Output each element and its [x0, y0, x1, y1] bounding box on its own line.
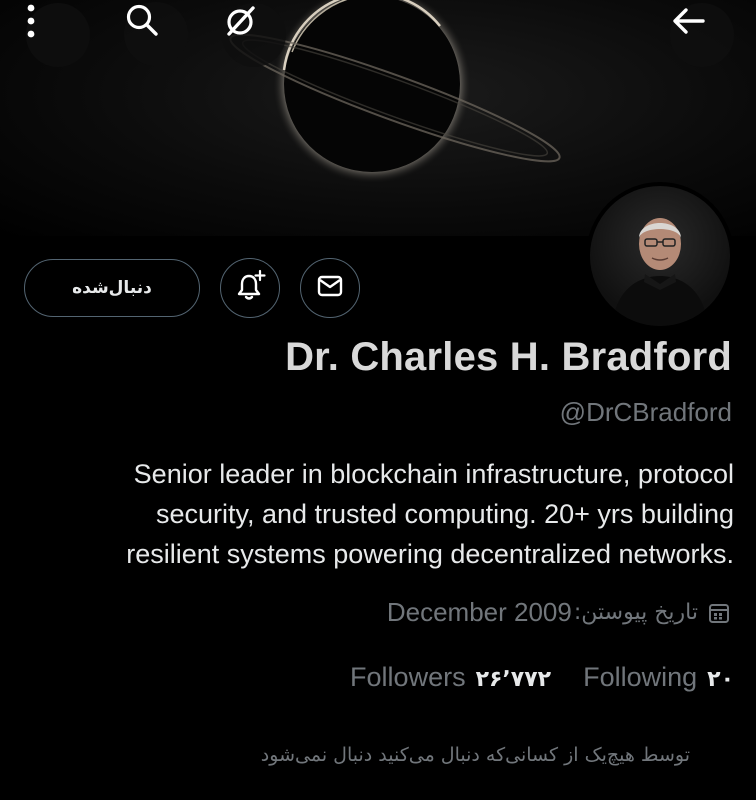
message-button[interactable]: [300, 258, 360, 318]
search-button[interactable]: [124, 2, 188, 66]
notifications-button[interactable]: [220, 258, 280, 318]
avatar-portrait: [612, 218, 708, 326]
more-button[interactable]: [26, 3, 90, 67]
bio-line: resilient systems powering decentralized…: [126, 539, 734, 569]
calendar-icon: [708, 602, 730, 624]
bell-plus-icon: [233, 269, 267, 307]
mail-icon: [315, 271, 345, 305]
profile-name: Dr. Charles H. Bradford: [285, 335, 732, 379]
profile-handle: @DrCBradford: [559, 397, 732, 427]
following-button-label: دنبال‌شده: [72, 278, 152, 298]
joined-date-row: December 2009 تاریخ پیوستن:: [387, 597, 730, 628]
followed-by-note: توسط هیچ‌یک از کسانی‌که دنبال می‌کنید دن…: [260, 744, 690, 766]
followers-count: ۲۶٬۷۷۲: [475, 667, 552, 692]
profile-avatar[interactable]: [586, 182, 734, 330]
followers-label: Followers: [350, 662, 466, 692]
following-label: Following: [583, 662, 698, 692]
followers-link[interactable]: Followers ۲۶٬۷۷۲: [350, 662, 551, 693]
back-button[interactable]: [670, 3, 734, 67]
avatar: [590, 186, 730, 326]
joined-label: تاریخ پیوستن:: [573, 600, 698, 625]
mute-button[interactable]: [222, 3, 286, 67]
follow-stats: Followers ۲۶٬۷۷۲ Following ۲۰: [350, 662, 734, 693]
joined-date: December 2009: [386, 597, 572, 627]
bio-line: Senior leader in blockchain infrastructu…: [133, 459, 734, 489]
profile-bio: Senior leader in blockchain infrastructu…: [34, 454, 734, 574]
following-link[interactable]: Following ۲۰: [583, 662, 734, 693]
following-button[interactable]: دنبال‌شده: [24, 259, 200, 317]
following-count: ۲۰: [707, 667, 734, 692]
bio-line: security, and trusted computing. 20+ yrs…: [155, 499, 734, 529]
